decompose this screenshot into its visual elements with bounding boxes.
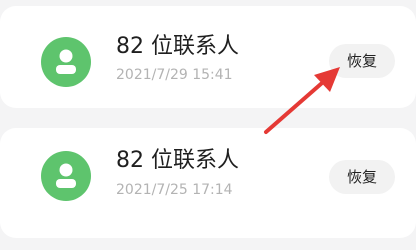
person-icon (56, 49, 76, 74)
contact-avatar-icon (41, 37, 91, 87)
record-timestamp: 2021/7/29 15:41 (116, 67, 233, 83)
record-title: 82 位联系人 (116, 34, 239, 59)
restore-button[interactable]: 恢复 (329, 160, 395, 194)
record-title: 82 位联系人 (116, 148, 239, 173)
record-timestamp: 2021/7/25 17:14 (116, 182, 233, 198)
person-icon (56, 163, 76, 188)
restore-button[interactable]: 恢复 (329, 44, 395, 78)
backup-record-card: 82 位联系人 2021/7/29 15:41 恢复 (0, 6, 416, 108)
contact-avatar-icon (41, 151, 91, 201)
backup-record-card: 82 位联系人 2021/7/25 17:14 恢复 (0, 128, 416, 238)
